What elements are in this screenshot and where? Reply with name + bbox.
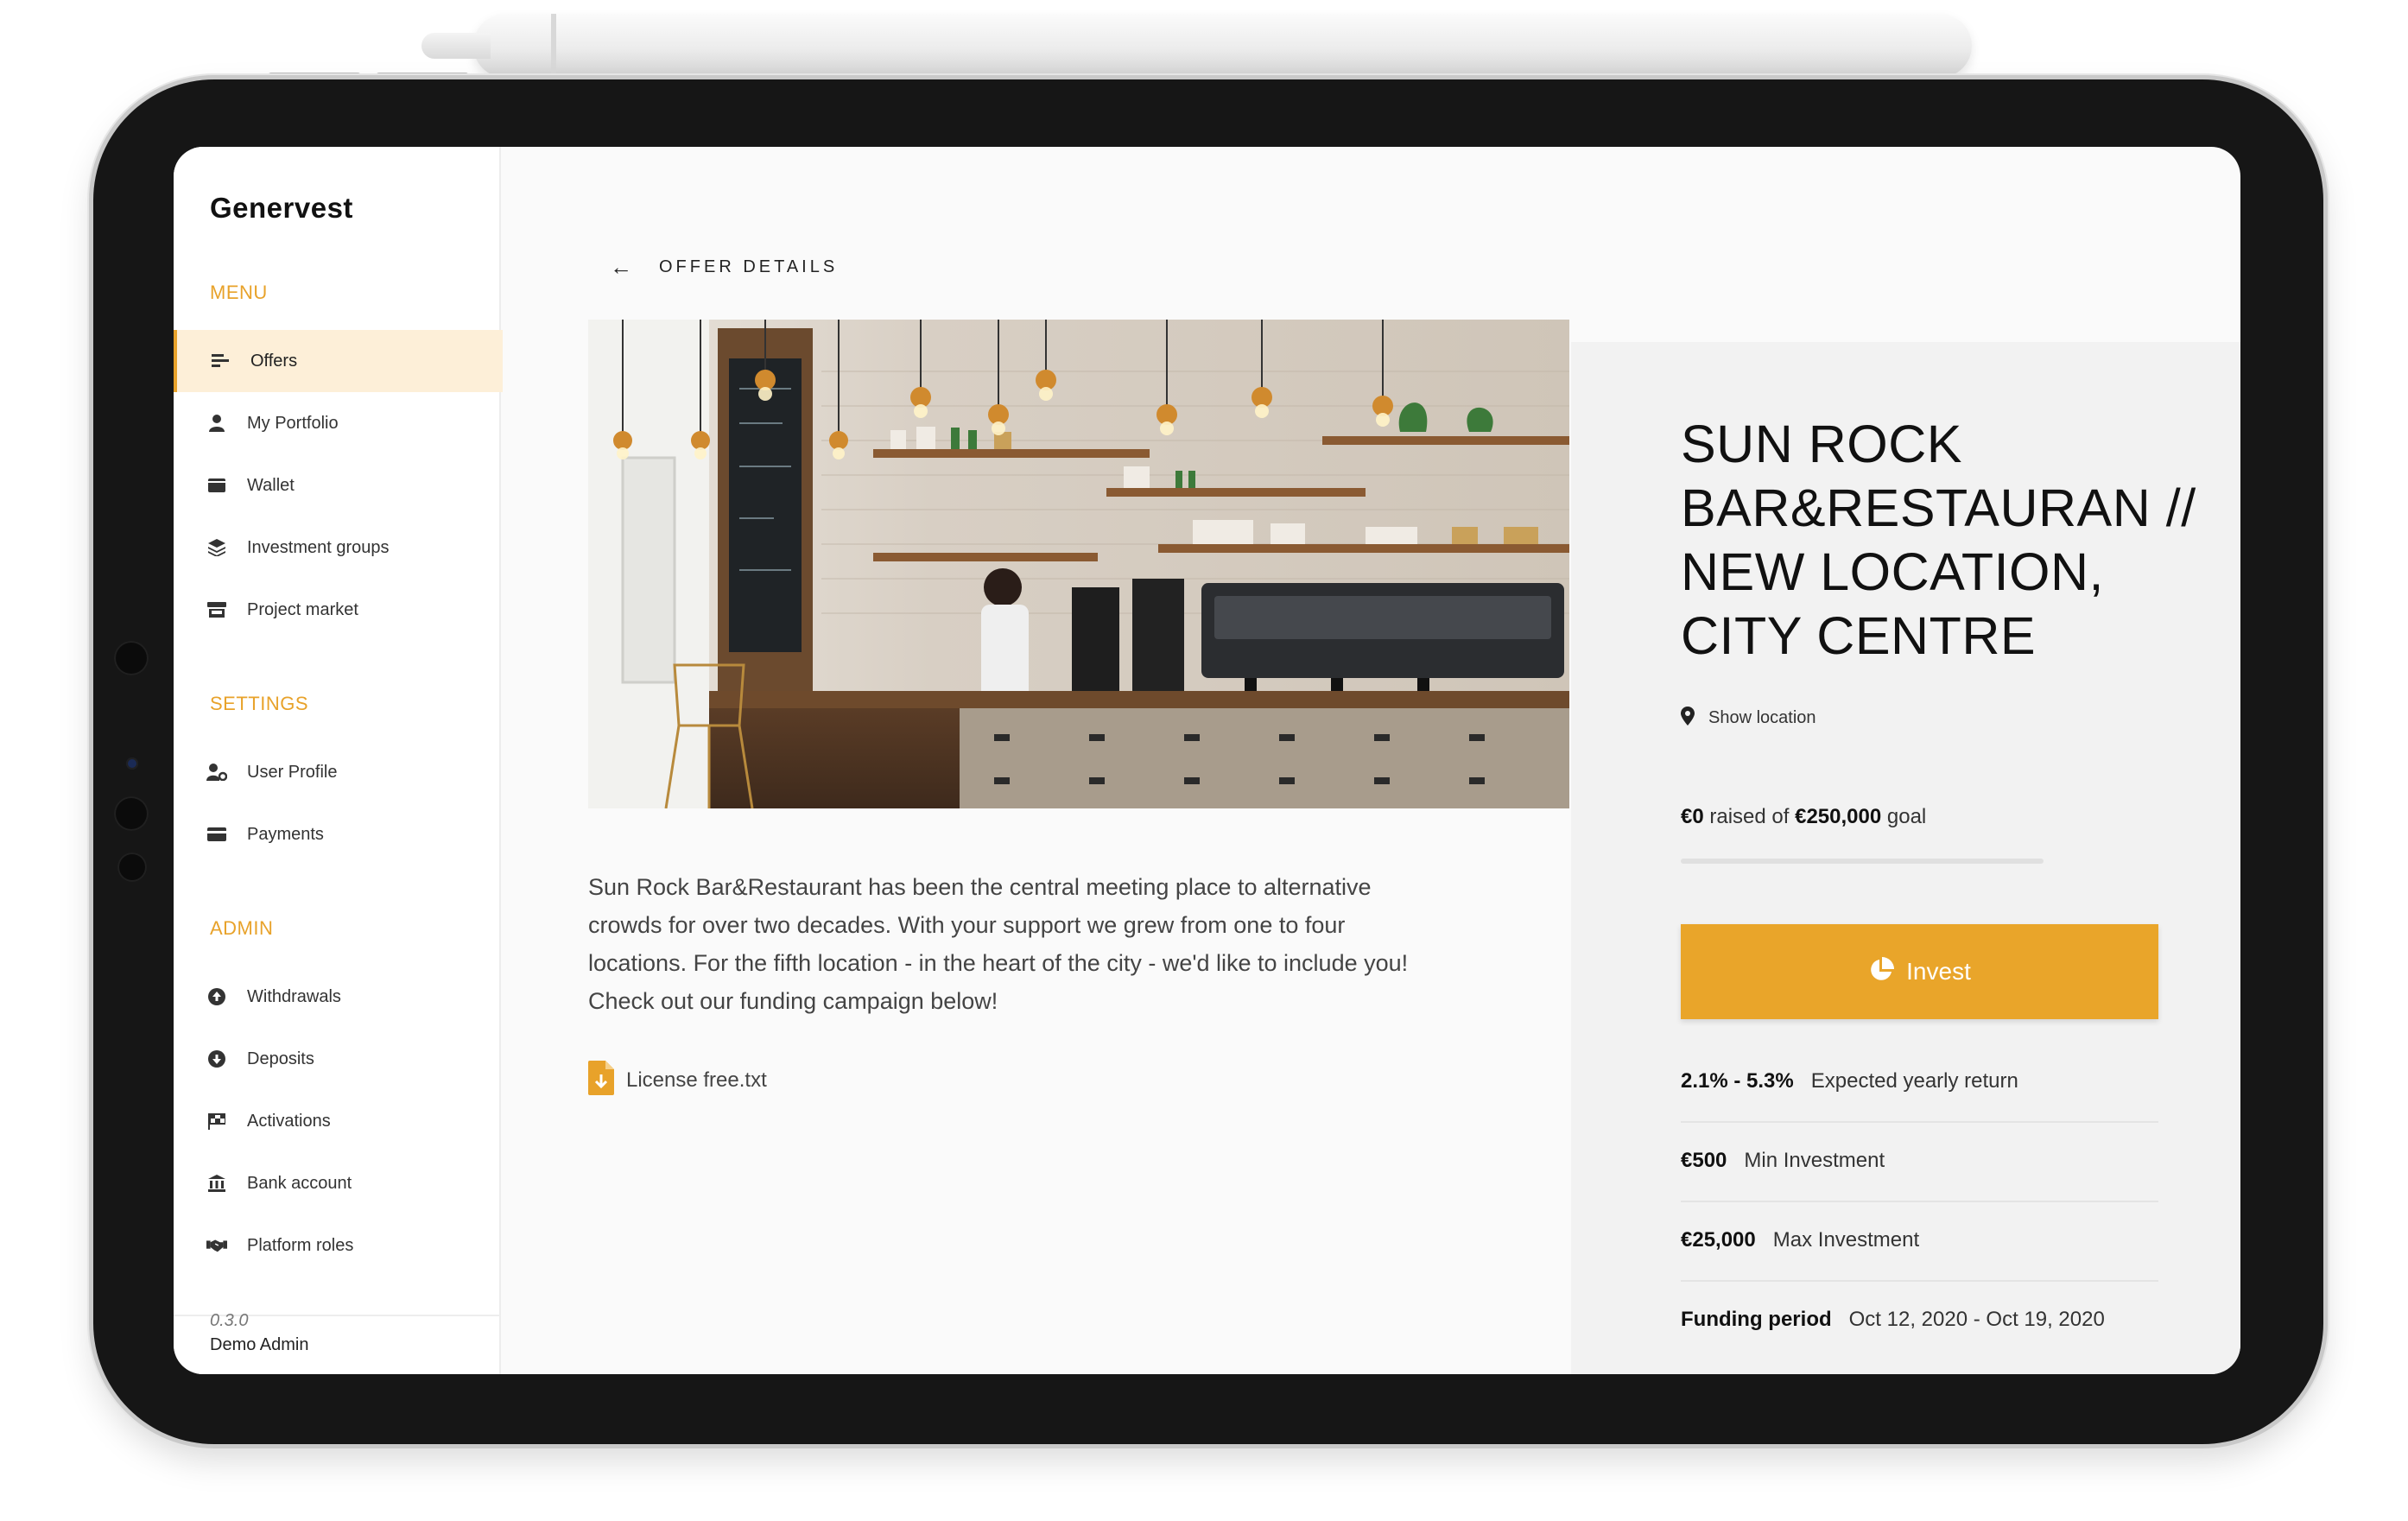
funding-progress-bar	[1681, 859, 2044, 864]
sidebar-item-wallet[interactable]: Wallet	[174, 454, 499, 517]
sensor-dot	[117, 852, 147, 882]
sidebar-item-label: Bank account	[247, 1173, 352, 1193]
settings-section-title: SETTINGS	[210, 693, 309, 714]
sidebar-item-user-profile[interactable]: User Profile	[174, 741, 499, 803]
sidebar-item-label: Activations	[247, 1111, 331, 1131]
stat-value: Funding period	[1681, 1308, 1832, 1331]
raised-amount: €0	[1681, 805, 1704, 828]
stat-value: €500	[1681, 1149, 1727, 1172]
layers-icon	[206, 537, 227, 558]
page-title: OFFER DETAILS	[659, 257, 839, 276]
stat-value: 2.1% - 5.3%	[1681, 1069, 1794, 1093]
sidebar-item-payments[interactable]: Payments	[174, 803, 499, 865]
sidebar-item-label: My Portfolio	[247, 413, 339, 433]
offer-title: SUN ROCK BAR&RESTAURAN // NEW LOCATION, …	[1681, 415, 2196, 665]
goal-suffix: goal	[1886, 805, 1927, 828]
show-location-link[interactable]: Show location	[1681, 707, 1816, 730]
flag-checkered-icon	[206, 1111, 227, 1131]
admin-section-title: ADMIN	[210, 917, 274, 939]
apple-pencil	[421, 14, 1972, 78]
front-camera	[126, 757, 138, 770]
credit-card-icon	[206, 824, 227, 845]
sidebar-item-project-market[interactable]: Project market	[174, 579, 499, 641]
app-version: 0.3.0	[210, 1311, 249, 1330]
sidebar-item-activations[interactable]: Activations	[174, 1090, 499, 1152]
menu-section-title: MENU	[210, 282, 268, 303]
sidebar-item-label: Withdrawals	[247, 986, 341, 1006]
bank-icon	[206, 1173, 227, 1194]
offer-description: Sun Rock Bar&Restaurant has been the cen…	[588, 874, 1409, 1014]
attachment-filename: License free.txt	[626, 1068, 767, 1092]
sidebar-item-label: Payments	[247, 824, 324, 844]
stat-funding-period: Funding period Oct 12, 2020 - Oct 19, 20…	[1681, 1280, 2158, 1359]
sidebar-item-offers[interactable]: Offers	[174, 330, 503, 392]
sidebar-item-withdrawals[interactable]: Withdrawals	[174, 966, 499, 1028]
stat-label: Max Investment	[1772, 1228, 1920, 1252]
sidebar: Genervest MENU Offers My Portfolio Walle…	[174, 147, 503, 1374]
sidebar-item-label: User Profile	[247, 762, 338, 782]
stat-expected-return: 2.1% - 5.3% Expected yearly return	[1681, 1042, 2158, 1123]
list-icon	[210, 351, 231, 371]
stat-label: Min Investment	[1744, 1149, 1885, 1172]
show-location-label: Show location	[1708, 708, 1816, 727]
arrow-up-circle-icon	[206, 986, 227, 1007]
sidebar-item-label: Investment groups	[247, 537, 390, 557]
app-screen: Genervest MENU Offers My Portfolio Walle…	[174, 147, 2240, 1374]
sensor-dot	[114, 641, 149, 675]
pencil-tip	[421, 33, 491, 59]
stat-label: Oct 12, 2020 - Oct 19, 2020	[1848, 1308, 2105, 1331]
attachment-link[interactable]: License free.txt	[588, 1061, 767, 1100]
pencil-band	[551, 14, 556, 78]
invest-button[interactable]: Invest	[1681, 924, 2158, 1019]
file-download-icon	[588, 1061, 614, 1100]
sidebar-item-bank-account[interactable]: Bank account	[174, 1152, 499, 1214]
sidebar-item-label: Offers	[250, 351, 298, 371]
sidebar-item-platform-roles[interactable]: Platform roles	[174, 1214, 499, 1277]
stat-label: Expected yearly return	[1810, 1069, 2018, 1093]
stat-max-investment: €25,000 Max Investment	[1681, 1201, 2158, 1282]
stat-value: €25,000	[1681, 1228, 1756, 1252]
sidebar-item-label: Project market	[247, 599, 358, 619]
stat-min-investment: €500 Min Investment	[1681, 1121, 2158, 1202]
funding-raised-text: €0 raised of €250,000 goal	[1681, 805, 1926, 829]
goal-amount: €250,000	[1795, 805, 1882, 828]
volume-down-button	[376, 73, 469, 79]
sensor-dot	[114, 796, 149, 831]
sidebar-item-label: Deposits	[247, 1049, 314, 1068]
back-arrow-icon[interactable]: ←	[610, 254, 632, 281]
arrow-down-circle-icon	[206, 1049, 227, 1069]
current-user[interactable]: Demo Admin	[210, 1335, 309, 1355]
user-cog-icon	[206, 762, 227, 783]
user-icon	[206, 413, 227, 434]
offer-photo	[588, 320, 1569, 808]
brand-logo: Genervest	[210, 192, 353, 224]
store-icon	[206, 599, 227, 620]
invest-button-label: Invest	[1906, 958, 1971, 985]
map-pin-icon	[1681, 707, 1695, 730]
sidebar-item-label: Wallet	[247, 475, 295, 495]
raised-of-label: raised of	[1709, 805, 1790, 828]
volume-up-button	[268, 73, 361, 79]
sidebar-item-label: Platform roles	[247, 1235, 354, 1255]
pie-chart-icon	[1868, 956, 1895, 987]
sidebar-item-deposits[interactable]: Deposits	[174, 1028, 499, 1090]
sidebar-item-investment-groups[interactable]: Investment groups	[174, 517, 499, 579]
handshake-icon	[206, 1235, 227, 1256]
sidebar-item-my-portfolio[interactable]: My Portfolio	[174, 392, 499, 454]
wallet-icon	[206, 475, 227, 496]
